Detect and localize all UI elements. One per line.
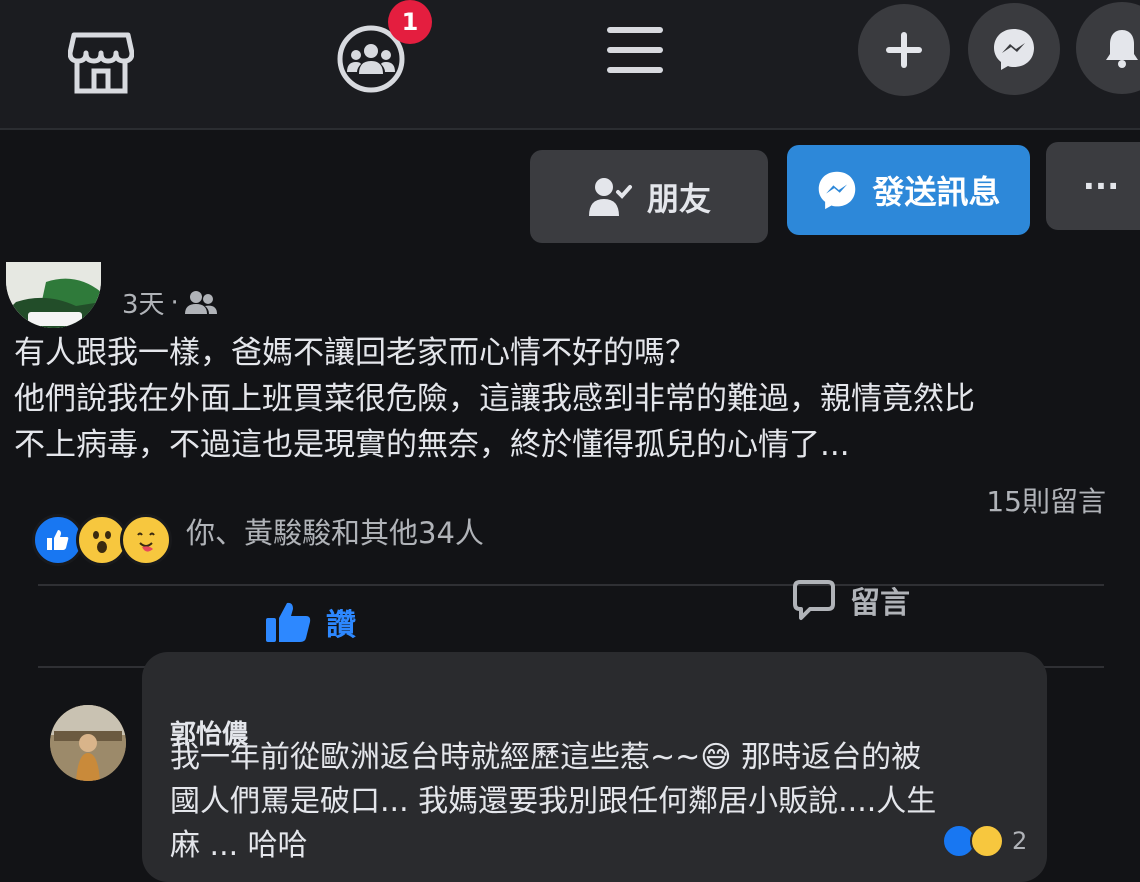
care-reaction-icon xyxy=(970,824,1004,858)
comment-line: 麻 ... 哈哈 xyxy=(170,828,308,863)
friends-label: 朋友 xyxy=(646,179,711,218)
reaction-icons[interactable] xyxy=(32,514,172,566)
comment-line: 國人們罵是破口... 我媽還要我別跟任何鄰居小販說....人生 xyxy=(170,784,937,819)
commenter-avatar[interactable] xyxy=(50,705,126,781)
comment-line: 我一年前從歐洲返台時就經歷這些惹~~😅 那時返台的被 xyxy=(170,740,922,775)
like-label: 讚 xyxy=(326,608,356,643)
comments-count[interactable]: 15則留言 xyxy=(986,480,1106,520)
comment-reactions[interactable]: 2 xyxy=(942,824,1027,858)
comment-icon xyxy=(793,580,835,620)
post-meta: 3天 · xyxy=(122,284,217,321)
comment-body: 我一年前從歐洲返台時就經歷這些惹~~😅 那時返台的被 國人們罵是破口... 我媽… xyxy=(170,736,1030,868)
send-message-button[interactable]: 發送訊息 xyxy=(787,145,1030,235)
post-line: 他們說我在外面上班買菜很危險，這讓我感到非常的難過，親情竟然比 xyxy=(14,381,975,417)
post-time[interactable]: 3天 xyxy=(122,284,165,321)
top-navigation-bar: 1 xyxy=(0,0,1140,130)
more-options-button[interactable]: ··· xyxy=(1046,142,1140,230)
comment-reaction-count: 2 xyxy=(1012,827,1028,855)
post-body: 有人跟我一樣，爸媽不讓回老家而心情不好的嗎？ 他們說我在外面上班買菜很危險，這讓… xyxy=(14,330,1124,468)
notifications-button[interactable] xyxy=(1076,2,1140,94)
post-author-avatar[interactable] xyxy=(6,262,101,328)
menu-icon[interactable] xyxy=(604,20,666,82)
create-button[interactable] xyxy=(858,4,950,96)
friends-button[interactable]: 朋友 xyxy=(530,150,768,243)
messenger-button[interactable] xyxy=(968,3,1060,95)
bell-icon xyxy=(1106,30,1138,68)
friends-audience-icon xyxy=(184,290,217,314)
meta-separator: · xyxy=(170,287,179,318)
send-message-label: 發送訊息 xyxy=(872,173,1001,211)
plus-icon xyxy=(886,32,922,68)
comment-label: 留言 xyxy=(850,586,910,621)
friend-check-icon xyxy=(588,177,632,216)
reaction-summary[interactable]: 你、黃駿駿和其他34人 xyxy=(186,510,484,552)
comment-button[interactable]: 留言 xyxy=(792,578,910,622)
messenger-icon xyxy=(994,29,1034,70)
notification-badge: 1 xyxy=(388,0,432,44)
post-line: 有人跟我一樣，爸媽不讓回老家而心情不好的嗎？ xyxy=(14,335,696,371)
messenger-icon xyxy=(819,171,856,210)
post-divider-top xyxy=(38,584,1104,586)
more-icon: ··· xyxy=(1082,167,1120,205)
like-button[interactable]: 讚 xyxy=(264,600,356,644)
post-line: 不上病毒，不過這也是現實的無奈，終於懂得孤兒的心情了... xyxy=(14,427,850,463)
like-icon xyxy=(266,602,311,642)
marketplace-icon[interactable] xyxy=(66,28,136,98)
care-reaction-icon xyxy=(120,514,172,566)
